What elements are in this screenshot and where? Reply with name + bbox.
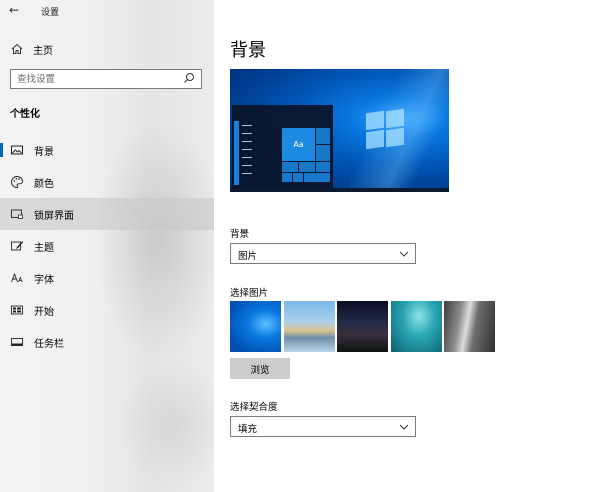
thumbnail-night-sky-tent[interactable] (337, 301, 388, 352)
sidebar-item-start[interactable]: 开始 (0, 294, 214, 326)
home-icon (11, 43, 23, 54)
fit-dropdown[interactable]: 填充 (230, 416, 416, 437)
sidebar-item-label: 开始 (34, 306, 54, 318)
title-bar: ← 设置 (0, 0, 214, 24)
app-title: 设置 (41, 8, 60, 18)
main-content: 背景 Aa 背景 图片 选择图片 浏览 选择契合度 填充 (214, 0, 600, 492)
sidebar-item-fonts[interactable]: 字体 (0, 262, 214, 294)
sidebar-item-themes[interactable]: 主题 (0, 230, 214, 262)
search-icon[interactable] (183, 72, 195, 84)
taskbar-icon (11, 338, 23, 346)
browse-button[interactable]: 浏览 (230, 358, 290, 379)
sidebar-item-label: 颜色 (34, 178, 54, 190)
palette-icon (11, 176, 23, 188)
sidebar-item-colors[interactable]: 颜色 (0, 166, 214, 198)
sidebar-nav: 背景 颜色 锁屏界面 主题 字体 开始 任务栏 (0, 134, 214, 358)
sidebar-item-label: 字体 (34, 274, 54, 286)
preview-tile: Aa (282, 128, 315, 161)
thumbnail-beach-rocks[interactable] (283, 301, 335, 352)
sidebar-item-label: 锁屏界面 (34, 210, 74, 222)
background-label: 背景 (230, 229, 250, 240)
background-dropdown[interactable]: 图片 (230, 243, 416, 264)
thumbnail-underwater-swimmer[interactable] (390, 301, 442, 352)
search-input[interactable] (17, 72, 177, 86)
fit-value: 填充 (238, 424, 258, 435)
sidebar-item-label: 背景 (34, 146, 54, 158)
picture-thumbnails (230, 301, 498, 352)
choose-picture-label: 选择图片 (230, 288, 269, 299)
sidebar-item-label: 主题 (34, 242, 54, 254)
sidebar-item-background[interactable]: 背景 (0, 134, 214, 166)
background-value: 图片 (238, 251, 258, 262)
home-label: 主页 (33, 45, 53, 57)
search-box[interactable] (10, 69, 202, 89)
start-menu-preview: Aa (232, 105, 333, 189)
fit-label: 选择契合度 (230, 402, 278, 413)
thumbnail-rocky-cliff[interactable] (444, 301, 495, 352)
home-link[interactable]: 主页 (10, 41, 53, 57)
page-title: 背景 (230, 40, 266, 61)
chevron-down-icon (399, 251, 409, 257)
sidebar: ← 设置 主页 个性化 背景 颜色 (0, 0, 214, 492)
sidebar-item-lock-screen[interactable]: 锁屏界面 (0, 198, 214, 230)
picture-icon (11, 145, 23, 155)
back-arrow-icon[interactable]: ← (9, 3, 25, 19)
desktop-preview: Aa (230, 69, 449, 192)
sidebar-item-taskbar[interactable]: 任务栏 (0, 326, 214, 358)
lock-screen-icon (11, 209, 23, 219)
windows-logo (366, 108, 406, 150)
sidebar-item-label: 任务栏 (34, 338, 64, 350)
chevron-down-icon (399, 424, 409, 430)
preview-taskbar (230, 188, 449, 192)
thumbnail-windows-blue[interactable] (230, 301, 281, 352)
font-icon (11, 272, 23, 283)
theme-brush-icon (11, 241, 23, 251)
start-grid-icon (11, 305, 23, 315)
app-list-rail (234, 121, 239, 185)
section-title: 个性化 (10, 109, 40, 120)
